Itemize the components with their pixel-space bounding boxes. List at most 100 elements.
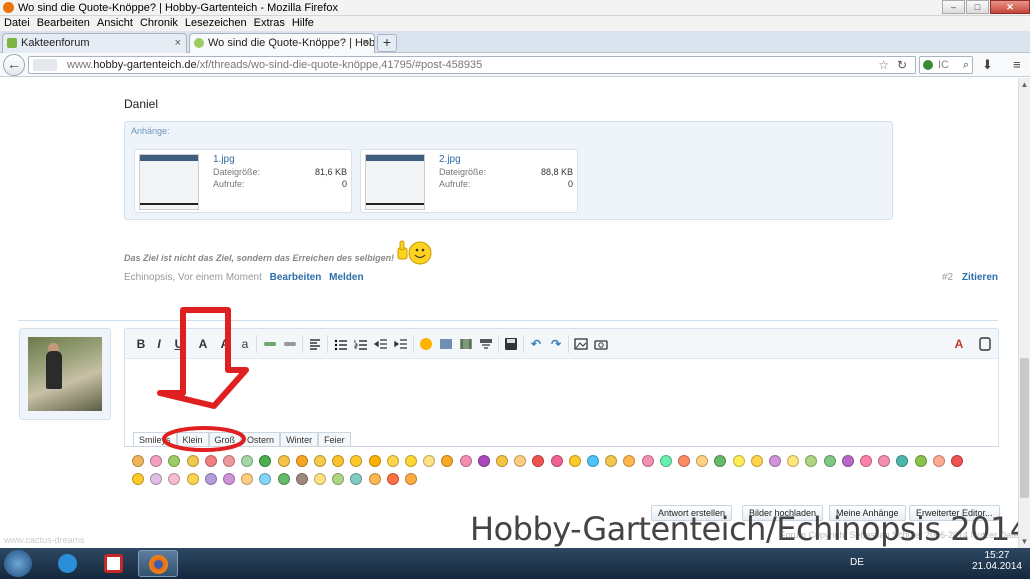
reply-textarea[interactable] <box>125 360 998 432</box>
language-indicator[interactable]: DE <box>850 557 864 568</box>
smilie-icon[interactable] <box>641 455 654 467</box>
smilie-icon[interactable] <box>223 473 235 485</box>
back-button[interactable]: ← <box>3 54 25 76</box>
smilie-icon[interactable] <box>459 455 472 467</box>
attachment-item[interactable]: 1.jpg Dateigröße: 81,6 KB Aufrufe: 0 <box>134 149 352 213</box>
smilie-icon[interactable] <box>441 455 454 467</box>
smilie-icon[interactable] <box>368 455 381 467</box>
attachment-item[interactable]: 2.jpg Dateigröße: 88,8 KB Aufrufe: 0 <box>360 149 578 213</box>
smilie-icon[interactable] <box>714 455 727 467</box>
smilie-icon[interactable] <box>696 455 709 467</box>
smilie-icon[interactable] <box>223 455 235 467</box>
smilie-icon[interactable] <box>368 473 381 485</box>
bold-button[interactable]: B <box>133 336 149 352</box>
smilie-icon[interactable] <box>332 473 345 485</box>
menu-lesezeichen[interactable]: Lesezeichen <box>185 16 247 31</box>
smilie-icon[interactable] <box>823 455 836 467</box>
bookmark-star-icon[interactable]: ☆ <box>878 57 889 73</box>
scrollbar-thumb[interactable] <box>1020 358 1029 498</box>
scroll-down-icon[interactable]: ▼ <box>1019 537 1030 546</box>
smilie-icon[interactable] <box>295 455 308 467</box>
smilie-icon[interactable] <box>841 455 854 467</box>
smilie-icon[interactable] <box>805 455 818 467</box>
smilie-icon[interactable] <box>750 455 763 467</box>
align-icon[interactable] <box>307 336 323 352</box>
reload-icon[interactable]: ↻ <box>897 57 907 73</box>
smilie-icon[interactable] <box>605 455 618 467</box>
tab-klein[interactable]: Klein <box>176 432 209 447</box>
italic-button[interactable]: I <box>151 336 167 352</box>
taskbar-app[interactable] <box>94 550 134 577</box>
maximize-button[interactable]: □ <box>966 0 989 14</box>
redo-icon[interactable]: ↷ <box>548 336 564 352</box>
quote-link[interactable]: Zitieren <box>962 272 998 283</box>
minimize-button[interactable]: – <box>942 0 965 14</box>
smilie-icon[interactable] <box>623 455 636 467</box>
smilie-icon[interactable] <box>241 455 254 467</box>
smilie-icon[interactable] <box>150 473 163 485</box>
camera-icon[interactable] <box>593 336 609 352</box>
tab-feier[interactable]: Feier <box>318 432 351 447</box>
download-icon[interactable]: ⬇ <box>982 57 993 73</box>
new-tab-button[interactable]: + <box>377 34 397 52</box>
page-scrollbar[interactable]: ▲ ▼ <box>1018 78 1030 548</box>
smilie-icon[interactable] <box>132 455 144 467</box>
tab-winter[interactable]: Winter <box>280 432 319 447</box>
report-link[interactable]: Melden <box>329 272 363 283</box>
image-upload-icon[interactable] <box>573 336 589 352</box>
smilie-icon[interactable] <box>932 455 945 467</box>
tab-ostern[interactable]: Ostern <box>241 432 281 447</box>
taskbar-firefox[interactable] <box>138 550 178 577</box>
smilie-icon[interactable] <box>168 473 181 485</box>
smilie-icon[interactable] <box>423 455 436 467</box>
smilie-icon[interactable] <box>259 473 272 485</box>
smilie-icon[interactable] <box>386 473 399 485</box>
image-icon[interactable] <box>438 336 454 352</box>
smilie-icon[interactable] <box>496 455 508 467</box>
font-size-button[interactable]: A <box>217 336 233 352</box>
smilie-icon[interactable] <box>732 455 745 467</box>
smilie-icon[interactable] <box>241 473 254 485</box>
smilie-icon[interactable] <box>132 473 144 485</box>
close-tab-icon[interactable]: × <box>175 34 181 52</box>
smilie-icon[interactable] <box>350 473 363 485</box>
edit-link[interactable]: Bearbeiten <box>270 272 322 283</box>
smilie-icon[interactable] <box>769 455 781 467</box>
tab-gross[interactable]: Groß <box>208 432 242 447</box>
font-family-button[interactable]: a <box>237 336 253 352</box>
attachment-name[interactable]: 2.jpg <box>439 154 461 165</box>
outdent-icon[interactable] <box>373 336 389 352</box>
smilie-icon[interactable] <box>386 455 399 467</box>
scroll-up-icon[interactable]: ▲ <box>1019 80 1030 89</box>
unlink-icon[interactable] <box>282 336 298 352</box>
start-button[interactable] <box>4 550 32 577</box>
media-icon[interactable] <box>458 336 474 352</box>
post-number[interactable]: #2 <box>942 272 953 283</box>
smilie-icon[interactable] <box>204 455 217 467</box>
smilie-icon[interactable] <box>477 455 490 467</box>
smilie-icon[interactable] <box>150 455 163 467</box>
tab-quote-knoeppe[interactable]: Wo sind die Quote-Knöppe? | Hobby-... × <box>189 33 375 53</box>
post-author[interactable]: Echinopsis, <box>124 272 175 283</box>
link-icon[interactable] <box>262 336 278 352</box>
smilie-icon[interactable] <box>896 455 909 467</box>
smilie-icon[interactable] <box>259 455 272 467</box>
search-box[interactable]: IC ⌕ <box>919 56 973 74</box>
menu-chronik[interactable]: Chronik <box>140 16 178 31</box>
font-color-button[interactable]: A <box>195 336 211 352</box>
smilie-icon[interactable] <box>277 455 290 467</box>
smilie-icon[interactable] <box>204 473 217 485</box>
smilie-icon[interactable] <box>951 455 963 467</box>
url-bar[interactable]: www.hobby-gartenteich.de/xf/threads/wo-s… <box>28 56 916 74</box>
smilie-icon[interactable] <box>295 473 308 485</box>
attachment-thumbnail[interactable] <box>365 154 425 210</box>
smilie-icon[interactable] <box>659 455 672 467</box>
code-icon[interactable] <box>478 336 494 352</box>
remove-format-icon[interactable]: A <box>951 336 967 352</box>
smilie-icon[interactable] <box>277 473 290 485</box>
undo-icon[interactable]: ↶ <box>528 336 544 352</box>
smilie-icon[interactable] <box>405 473 417 485</box>
smilie-icon[interactable] <box>168 455 181 467</box>
site-identity-icon[interactable] <box>33 59 57 71</box>
smilie-icon[interactable] <box>418 336 434 352</box>
